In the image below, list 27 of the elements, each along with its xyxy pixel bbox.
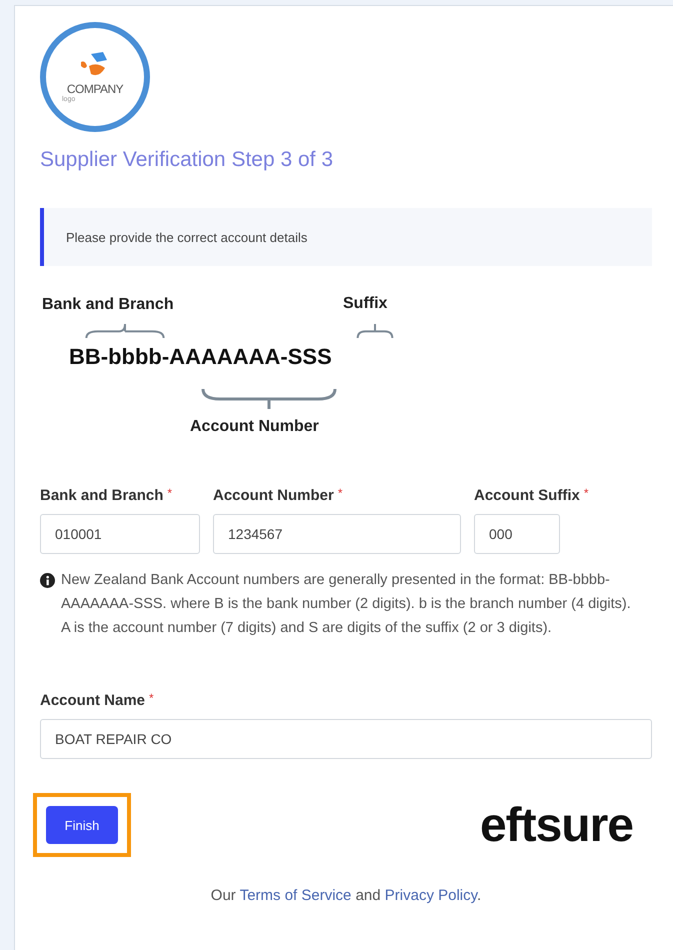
finish-button[interactable]: Finish <box>46 806 118 844</box>
required-mark: * <box>338 487 343 499</box>
footer-link[interactable]: Terms of Service <box>240 887 352 904</box>
input-field[interactable]: 1234567 <box>213 514 461 554</box>
field-label: Account Suffix <box>474 487 580 505</box>
input-field[interactable]: 010001 <box>40 514 200 554</box>
input-field[interactable]: 000 <box>474 514 560 554</box>
field-label: Account Number <box>213 487 334 505</box>
account-format: BB-bbbb-AAAAAAA-SSS <box>69 344 332 370</box>
required-mark: * <box>149 692 154 704</box>
brace-icon <box>200 386 338 412</box>
help-text: New Zealand Bank Account numbers are generally presented in the format: BB-bbbb-AAAAAAA-SSS. where B is the bank number (2 digits). b is the branch number (4 digits). A is the account number (7 digits) and S are digits of the suffix (2 or 3 digits). <box>61 571 632 638</box>
input-field[interactable]: BOAT REPAIR CO <box>40 719 652 759</box>
field-label: Bank and Branch <box>40 487 164 505</box>
footer-link[interactable]: Privacy Policy <box>384 887 478 904</box>
required-mark: * <box>584 487 589 499</box>
required-mark: * <box>167 487 172 499</box>
diagram-label: Account Number <box>190 418 319 436</box>
info-icon <box>40 573 55 588</box>
page-title: Supplier Verification Step 3 of 3 <box>40 148 334 172</box>
brand-logo: eftsure <box>480 798 633 852</box>
logo-name: COMPANY <box>66 82 124 96</box>
footer-text: Our Terms of Service and Privacy Policy. <box>210 887 482 904</box>
field-label: Account Name <box>40 692 146 710</box>
diagram-label: Bank and Branch <box>42 296 174 314</box>
diagram-label: Suffix <box>343 295 388 313</box>
alert-text: Please provide the correct account details <box>66 230 308 244</box>
